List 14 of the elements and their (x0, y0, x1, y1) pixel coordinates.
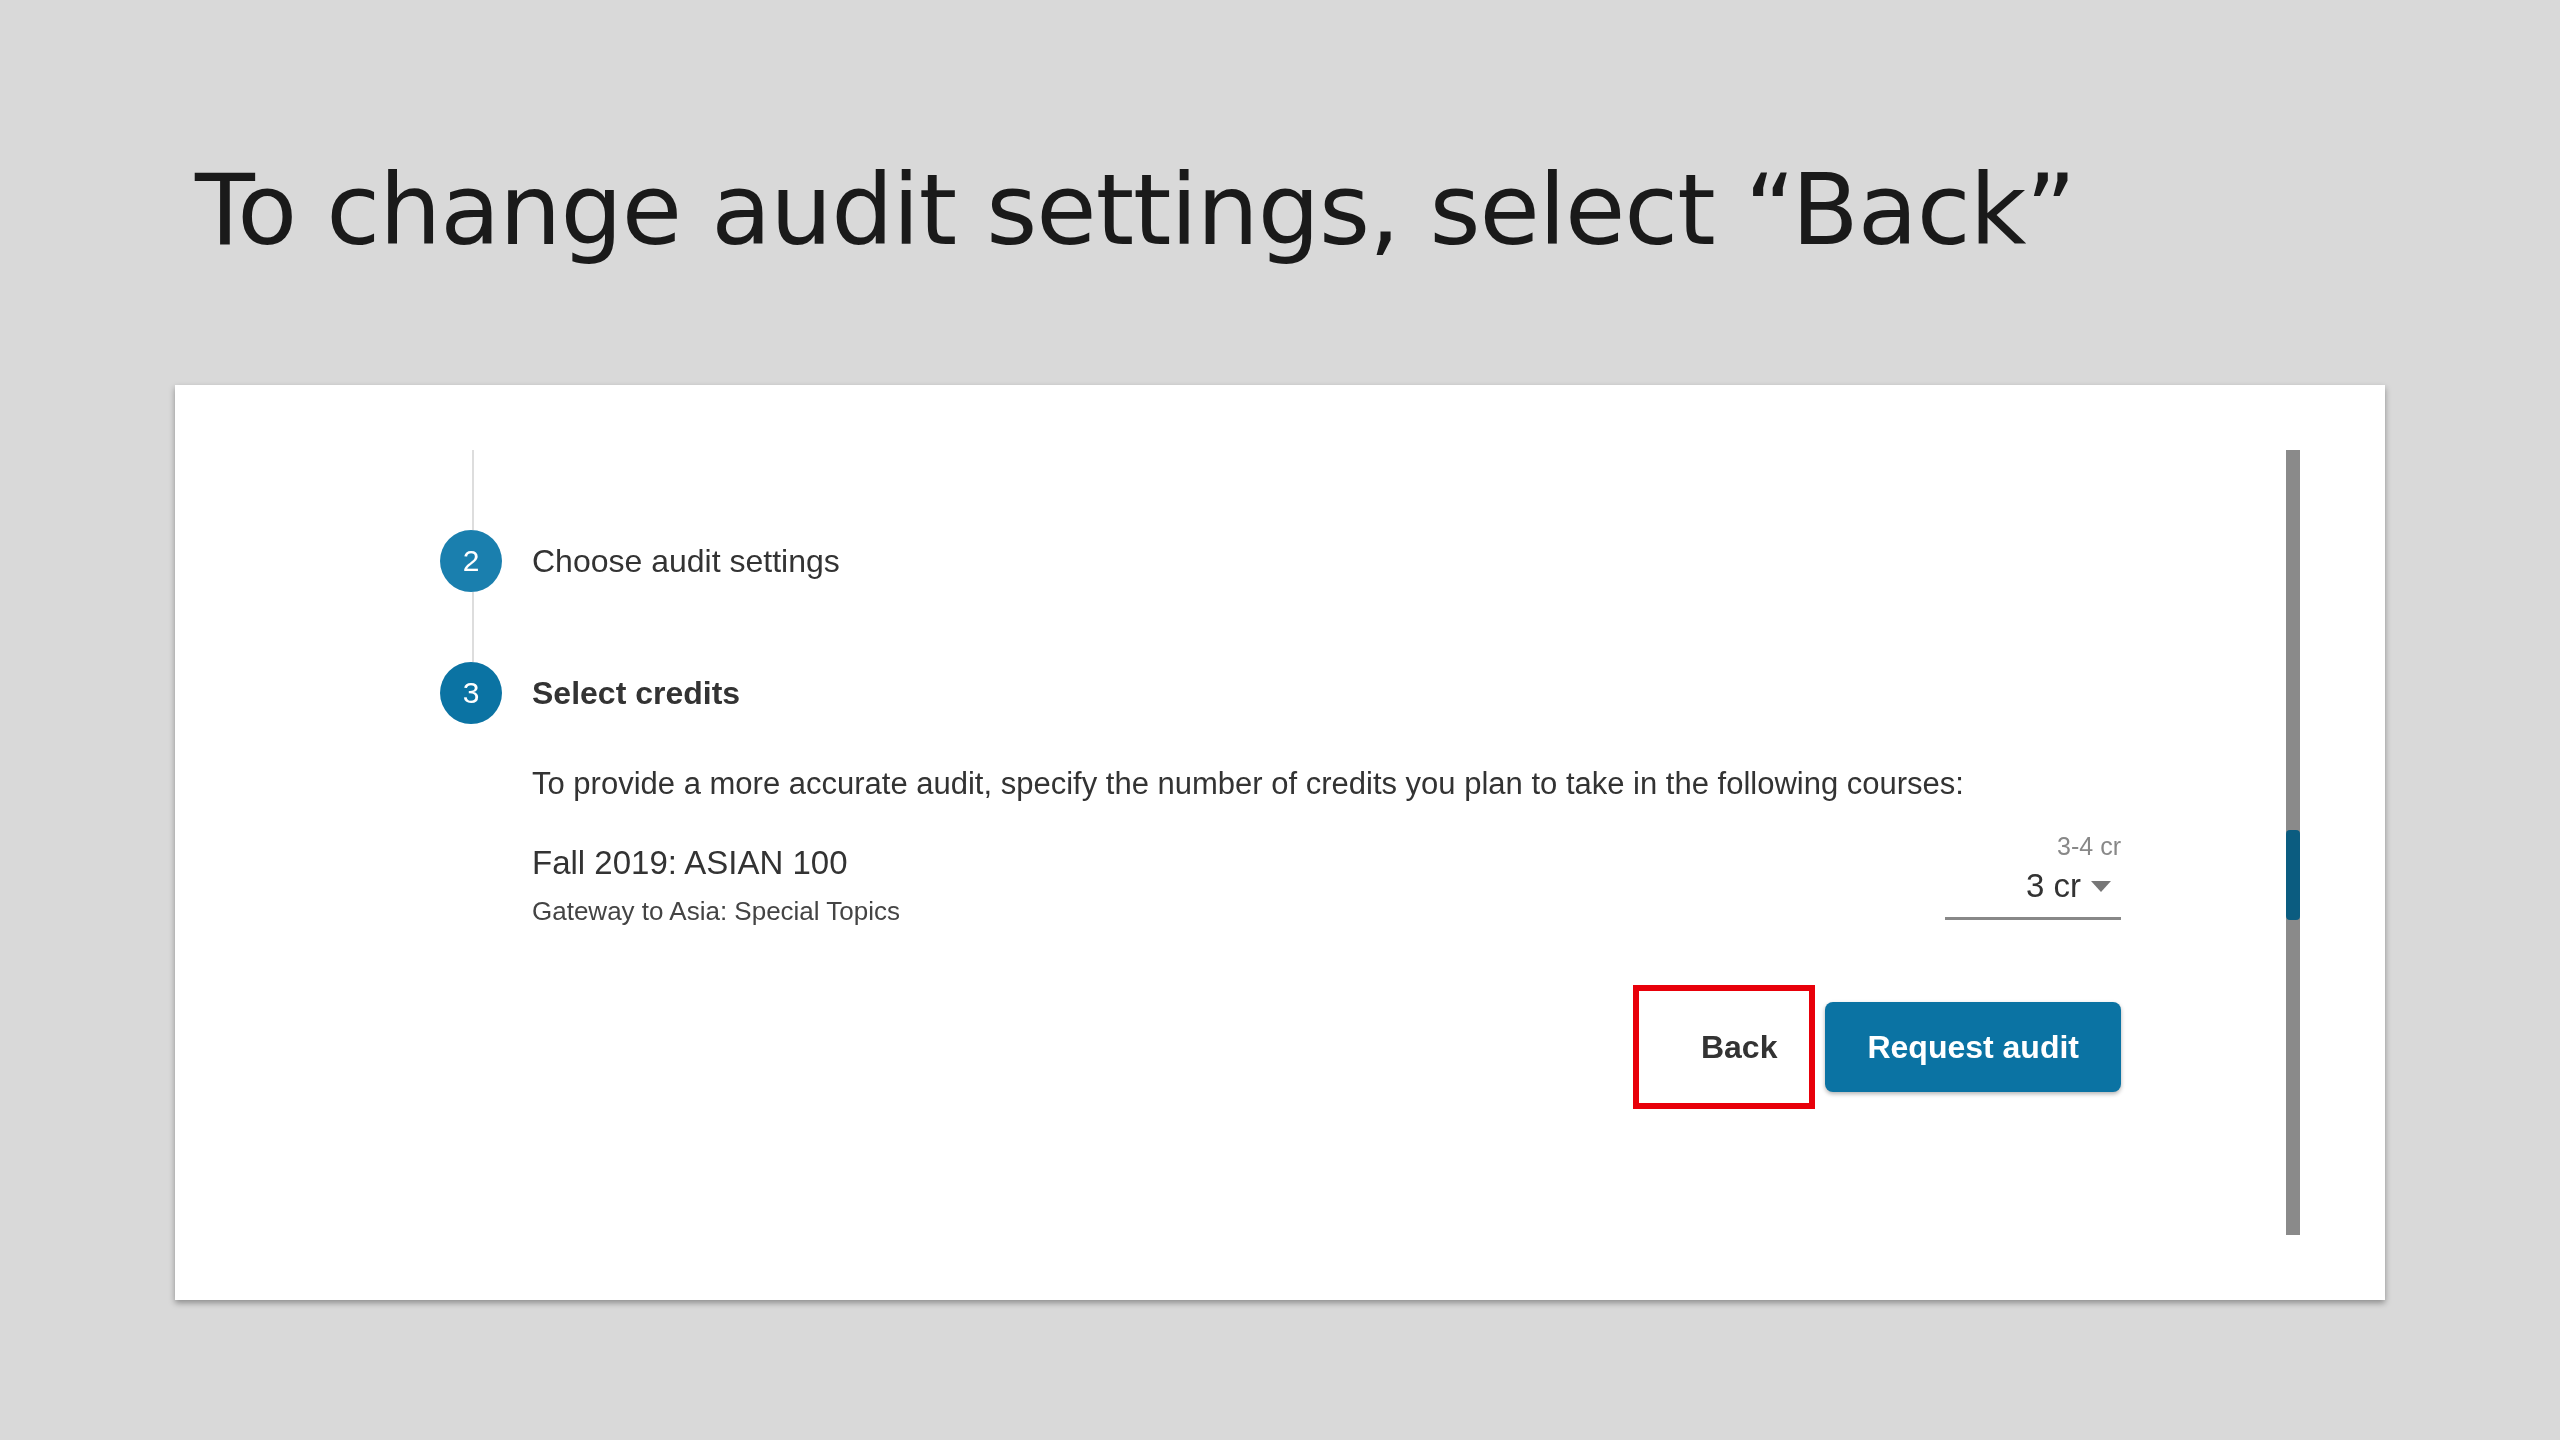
request-audit-button[interactable]: Request audit (1825, 1002, 2121, 1092)
back-button[interactable]: Back (1632, 985, 1816, 1109)
credits-dropdown[interactable]: 3 cr (1945, 861, 2121, 920)
step-number: 3 (440, 662, 502, 724)
step-label: Choose audit settings (532, 542, 840, 580)
step-label: Select credits (532, 674, 741, 712)
credit-range-hint: 3-4 cr (2057, 832, 2121, 861)
course-subtitle: Gateway to Asia: Special Topics (532, 896, 901, 927)
instructions-text: To provide a more accurate audit, specify the number of credits you plan to take in the following courses: (532, 766, 1965, 802)
caret-icon (2091, 880, 2111, 892)
course-title: Fall 2019: ASIAN 100 (532, 844, 849, 882)
scrollbar[interactable] (2286, 450, 2300, 1235)
step-number: 2 (440, 530, 502, 592)
slide-title: To change audit settings, select “Back” (195, 152, 2077, 269)
